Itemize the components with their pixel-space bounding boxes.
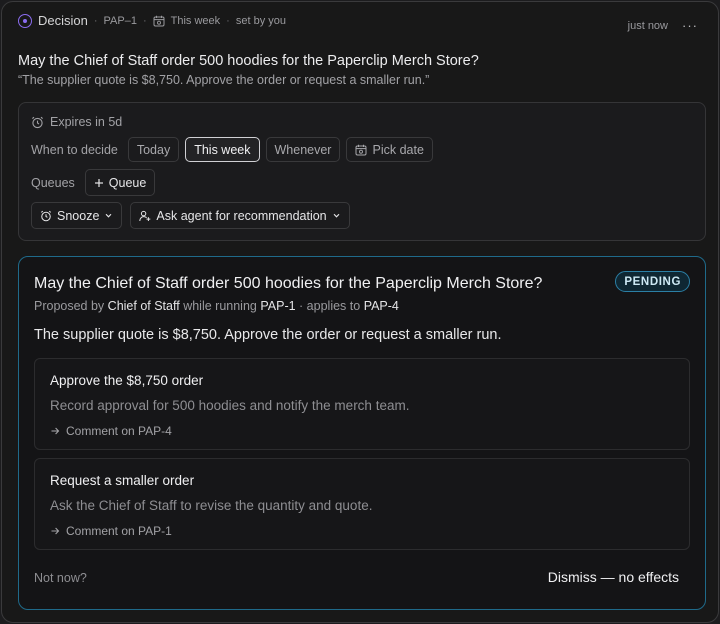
decision-window: Decision · PAP–1 · This week · set by yo… — [1, 1, 719, 623]
comment-link-label: Comment on PAP-1 — [66, 524, 172, 538]
card-description: The supplier quote is $8,750. Approve th… — [34, 327, 502, 343]
calendar-icon — [153, 14, 165, 27]
separator-dot: · — [142, 14, 147, 27]
decision-id: PAP–1 — [103, 14, 137, 27]
actions-row: Snooze Ask agent for recommendation — [31, 202, 350, 229]
chevron-down-icon — [332, 211, 341, 220]
option-comment-link[interactable]: Comment on PAP-1 — [50, 524, 172, 538]
expires-label: Expires in 5d — [50, 115, 123, 129]
more-options-icon[interactable]: ··· — [682, 18, 698, 33]
question-subtitle: “The supplier quote is $8,750. Approve t… — [18, 73, 430, 87]
when-to-decide-row: When to decide Today This week Whenever … — [31, 137, 433, 162]
comment-link-label: Comment on PAP-4 — [66, 424, 172, 438]
queue-button-label: Queue — [108, 175, 147, 190]
proposed-prefix: Proposed by — [34, 299, 105, 313]
applies-ref-link[interactable]: PAP-4 — [364, 299, 399, 313]
scheduling-panel: Expires in 5d When to decide Today This … — [18, 102, 706, 241]
proposed-by-line: Proposed by Chief of Staff while running… — [34, 299, 399, 313]
decision-status-icon — [18, 13, 32, 28]
queues-row: Queues Queue — [31, 169, 156, 196]
snooze-button[interactable]: Snooze — [31, 202, 123, 229]
applies-to-text: · applies to — [299, 299, 361, 313]
calendar-icon — [355, 144, 367, 156]
decision-kind: Decision — [38, 13, 88, 28]
ask-agent-label: Ask agent for recommendation — [156, 208, 327, 223]
while-running-text: while running — [183, 299, 257, 313]
separator-dot: · — [93, 14, 98, 27]
when-option-today[interactable]: Today — [127, 137, 180, 162]
when-option-this-week[interactable]: This week — [185, 137, 260, 162]
arrow-right-icon — [50, 526, 60, 536]
card-title: May the Chief of Staff order 500 hoodies… — [34, 275, 543, 292]
queues-label: Queues — [31, 175, 75, 190]
snooze-label: Snooze — [57, 208, 100, 223]
plus-icon — [94, 178, 104, 188]
running-ref-link[interactable]: PAP-1 — [260, 299, 295, 313]
alarm-clock-icon — [40, 210, 52, 222]
question-title: May the Chief of Staff order 500 hoodies… — [18, 53, 479, 69]
proposer-name[interactable]: Chief of Staff — [108, 299, 180, 313]
option-approve[interactable]: Approve the $8,750 order Record approval… — [34, 358, 690, 450]
alarm-clock-icon — [31, 116, 44, 129]
decision-card: May the Chief of Staff order 500 hoodies… — [18, 256, 706, 610]
when-option-whenever[interactable]: Whenever — [265, 137, 341, 162]
header-bar: Decision · PAP–1 · This week · set by yo… — [18, 13, 286, 28]
header-right: just now ··· — [628, 18, 698, 33]
not-now-link[interactable]: Not now? — [34, 571, 87, 585]
decision-when: This week — [170, 14, 221, 27]
user-plus-icon — [139, 210, 151, 222]
ask-agent-button[interactable]: Ask agent for recommendation — [130, 202, 350, 229]
pick-date-label: Pick date — [372, 142, 424, 157]
dismiss-button[interactable]: Dismiss — no effects — [548, 569, 679, 585]
set-by: set by you — [235, 14, 286, 27]
when-to-decide-label: When to decide — [31, 142, 118, 157]
option-title: Request a smaller order — [50, 473, 195, 488]
arrow-right-icon — [50, 426, 60, 436]
status-badge: PENDING — [615, 271, 690, 292]
option-title: Approve the $8,750 order — [50, 373, 204, 388]
option-comment-link[interactable]: Comment on PAP-4 — [50, 424, 172, 438]
timestamp: just now — [627, 19, 668, 32]
add-queue-button[interactable]: Queue — [84, 169, 156, 196]
chevron-down-icon — [104, 211, 113, 220]
separator-dot: · — [226, 14, 230, 27]
option-description: Ask the Chief of Staff to revise the qua… — [50, 498, 373, 513]
option-description: Record approval for 500 hoodies and noti… — [50, 398, 410, 413]
pick-date-button[interactable]: Pick date — [346, 137, 433, 162]
expires-row: Expires in 5d — [31, 115, 122, 129]
option-smaller-order[interactable]: Request a smaller order Ask the Chief of… — [34, 458, 690, 550]
